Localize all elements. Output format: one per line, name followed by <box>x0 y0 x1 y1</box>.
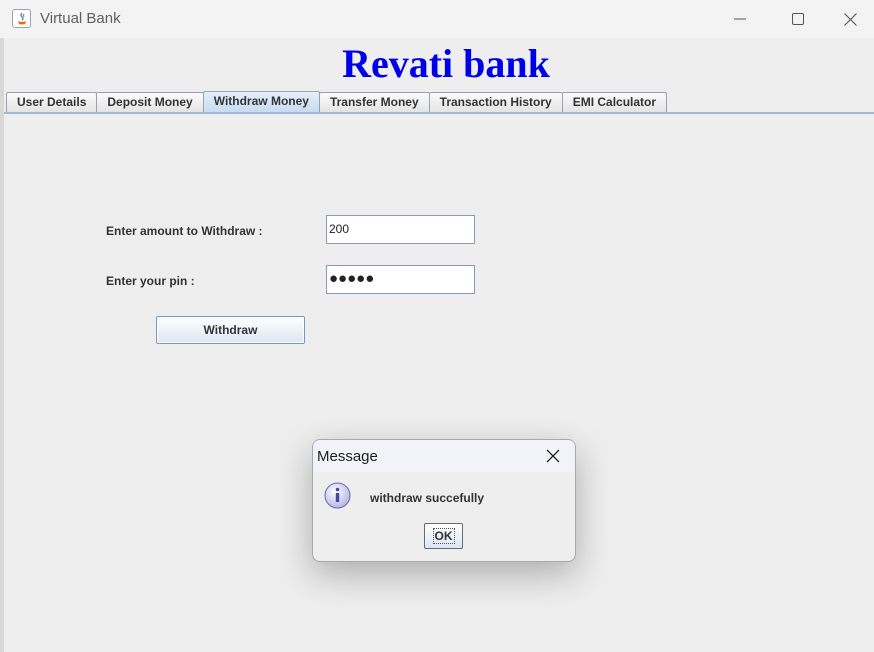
close-button[interactable] <box>827 0 874 38</box>
withdraw-button[interactable]: Withdraw <box>156 316 305 344</box>
tab-transfer-money[interactable]: Transfer Money <box>318 92 430 112</box>
ok-button[interactable]: OK <box>424 523 463 549</box>
minimize-icon <box>734 18 746 20</box>
pin-label: Enter your pin : <box>106 274 195 288</box>
java-app-icon <box>12 9 31 28</box>
amount-input[interactable]: 200 <box>326 215 475 244</box>
info-icon <box>324 482 351 509</box>
dialog-title: Message <box>317 448 378 465</box>
dialog-close-button[interactable] <box>539 444 567 468</box>
bank-title: Revati bank <box>342 41 550 86</box>
dialog-message: withdraw succefully <box>370 491 485 505</box>
tab-withdraw-money[interactable]: Withdraw Money <box>202 91 320 112</box>
window-border <box>0 38 4 652</box>
maximize-button[interactable] <box>769 0 827 38</box>
maximize-icon <box>792 13 804 25</box>
tab-deposit-money[interactable]: Deposit Money <box>96 92 204 112</box>
minimize-button[interactable] <box>711 0 769 38</box>
message-dialog: Message withdraw succefully OK <box>312 439 576 562</box>
close-icon <box>844 12 857 26</box>
pin-input[interactable]: ●●●●● <box>326 265 475 294</box>
tab-content-border <box>4 112 874 114</box>
amount-label: Enter amount to Withdraw : <box>106 224 263 238</box>
tab-user-details[interactable]: User Details <box>6 92 98 112</box>
close-icon <box>546 449 560 463</box>
tab-emi-calculator[interactable]: EMI Calculator <box>561 92 668 112</box>
tab-transaction-history[interactable]: Transaction History <box>428 92 563 112</box>
app-window: Virtual Bank Revati bank User Details De… <box>0 0 874 652</box>
dialog-title-bar[interactable]: Message <box>313 440 575 472</box>
window-title: Virtual Bank <box>40 10 121 27</box>
tab-bar: User Details Deposit Money Withdraw Mone… <box>6 91 668 113</box>
title-bar[interactable]: Virtual Bank <box>0 0 874 38</box>
ok-button-label: OK <box>432 528 455 544</box>
